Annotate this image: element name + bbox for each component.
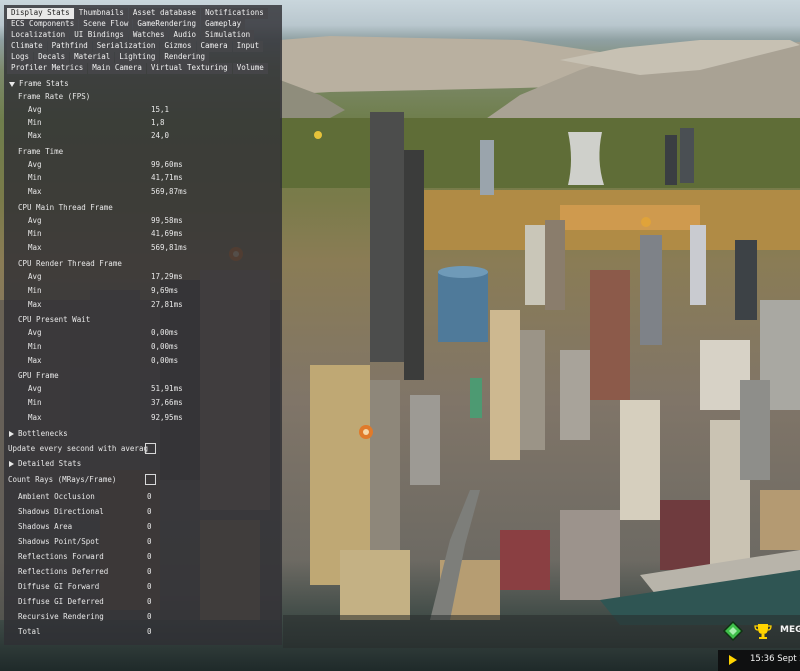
- stat-group-title: CPU Render Thread Frame: [18, 259, 122, 268]
- section-title: Frame Stats: [19, 79, 69, 88]
- tab-watches[interactable]: Watches: [128, 30, 169, 41]
- stat-row-max: Max 92,95ms: [28, 413, 183, 422]
- count-rays-checkbox[interactable]: [145, 474, 156, 485]
- tab-decals[interactable]: Decals: [34, 52, 70, 63]
- tab-display-stats[interactable]: Display Stats: [7, 8, 74, 19]
- count-rays-row: Count Rays (MRays/Frame): [8, 474, 278, 485]
- tab-camera[interactable]: Camera: [196, 41, 232, 52]
- stat-row-max: Max 27,81ms: [28, 300, 183, 309]
- tab-gizmos[interactable]: Gizmos: [160, 41, 196, 52]
- tab-row: Logs Decals Material Lighting Rendering: [7, 52, 283, 63]
- tab-audio[interactable]: Audio: [169, 30, 201, 41]
- tab-serialization[interactable]: Serialization: [92, 41, 160, 52]
- stat-group-title: Frame Rate (FPS): [18, 92, 91, 101]
- stat-row-max: Max 569,81ms: [28, 243, 188, 252]
- collapse-caret-icon: [9, 431, 14, 437]
- tab-row: ECS Components Scene Flow GameRendering …: [7, 19, 283, 30]
- tab-material[interactable]: Material: [70, 52, 115, 63]
- tab-ui-bindings[interactable]: UI Bindings: [70, 30, 128, 41]
- tab-localization[interactable]: Localization: [7, 30, 70, 41]
- tab-logs[interactable]: Logs: [7, 52, 34, 63]
- milestone-icon[interactable]: [722, 620, 744, 642]
- tab-ecs-components[interactable]: ECS Components: [7, 19, 79, 30]
- tab-climate[interactable]: Climate: [7, 41, 47, 52]
- ray-stat-row: Reflections Deferred 0: [18, 567, 152, 576]
- stat-row-min: Min 0,00ms: [28, 342, 179, 351]
- tab-virtual-texturing[interactable]: Virtual Texturing: [146, 63, 232, 74]
- tab-lighting[interactable]: Lighting: [115, 52, 160, 63]
- stat-group-title: Frame Time: [18, 147, 64, 156]
- tab-profiler-metrics[interactable]: Profiler Metrics: [7, 63, 88, 74]
- tab-row: Localization UI Bindings Watches Audio S…: [7, 30, 283, 41]
- tab-volume[interactable]: Volume: [232, 63, 268, 74]
- ray-stat-row: Reflections Forward 0: [18, 552, 152, 561]
- tab-notifications[interactable]: Notifications: [201, 8, 268, 19]
- stat-row-min: Min 1,8: [28, 118, 165, 127]
- detailed-stats-header[interactable]: Detailed Stats: [8, 458, 278, 469]
- stat-group-title: CPU Present Wait: [18, 315, 91, 324]
- ray-stat-row: Ambient Occlusion 0: [18, 492, 152, 501]
- bottlenecks-header[interactable]: Bottlenecks: [8, 428, 278, 439]
- expand-caret-icon: [9, 81, 15, 87]
- stat-row-avg: Avg 99,58ms: [28, 216, 183, 225]
- collapse-caret-icon: [9, 461, 14, 467]
- stat-row-max: Max 569,87ms: [28, 187, 188, 196]
- game-time: 15:36 Sept 20: [750, 654, 800, 664]
- time-bar: 15:36 Sept 20: [718, 650, 800, 671]
- tab-simulation[interactable]: Simulation: [201, 30, 255, 41]
- debug-tabs: Display Stats Thumbnails Asset database …: [7, 8, 283, 74]
- city-name-label: MEGA: [780, 625, 800, 635]
- ray-stat-row: Recursive Rendering 0: [18, 612, 152, 621]
- tab-pathfind[interactable]: Pathfind: [47, 41, 92, 52]
- tab-asset-database[interactable]: Asset database: [128, 8, 201, 19]
- tab-thumbnails[interactable]: Thumbnails: [74, 8, 128, 19]
- frame-stats-header[interactable]: Frame Stats: [8, 78, 278, 89]
- tab-gamerendering[interactable]: GameRendering: [133, 19, 201, 30]
- update-every-second-row: Update every second with averag: [8, 443, 278, 454]
- ray-stat-row: Diffuse GI Forward 0: [18, 582, 152, 591]
- ray-stat-row: Diffuse GI Deferred 0: [18, 597, 152, 606]
- stat-group-title: GPU Frame: [18, 371, 59, 380]
- stat-row-max: Max 0,00ms: [28, 356, 179, 365]
- stat-row-avg: Avg 17,29ms: [28, 272, 183, 281]
- ray-stat-row: Shadows Directional 0: [18, 507, 152, 516]
- ray-stat-row: Shadows Area 0: [18, 522, 152, 531]
- tab-row: Climate Pathfind Serialization Gizmos Ca…: [7, 41, 283, 52]
- stat-row-max: Max 24,0: [28, 131, 170, 140]
- stat-row-min: Min 9,69ms: [28, 286, 179, 295]
- stat-row-avg: Avg 15,1: [28, 105, 170, 114]
- tab-input[interactable]: Input: [232, 41, 264, 52]
- tab-gameplay[interactable]: Gameplay: [201, 19, 246, 30]
- stat-row-min: Min 37,66ms: [28, 398, 183, 407]
- ray-stat-row: Shadows Point/Spot 0: [18, 537, 152, 546]
- stat-group-title: CPU Main Thread Frame: [18, 203, 113, 212]
- trophy-icon[interactable]: [753, 621, 773, 641]
- stat-row-avg: Avg 0,00ms: [28, 328, 179, 337]
- stat-row-avg: Avg 99,60ms: [28, 160, 183, 169]
- tab-main-camera[interactable]: Main Camera: [88, 63, 146, 74]
- stat-row-min: Min 41,71ms: [28, 173, 183, 182]
- ray-stat-row: Total 0: [18, 627, 152, 636]
- tab-row: Profiler Metrics Main Camera Virtual Tex…: [7, 63, 283, 74]
- play-icon[interactable]: [729, 655, 737, 665]
- tab-row: Display Stats Thumbnails Asset database …: [7, 8, 283, 19]
- stat-row-avg: Avg 51,91ms: [28, 384, 183, 393]
- update-every-second-checkbox[interactable]: [145, 443, 156, 454]
- stat-row-min: Min 41,69ms: [28, 229, 183, 238]
- tab-rendering[interactable]: Rendering: [160, 52, 210, 63]
- tab-scene-flow[interactable]: Scene Flow: [79, 19, 133, 30]
